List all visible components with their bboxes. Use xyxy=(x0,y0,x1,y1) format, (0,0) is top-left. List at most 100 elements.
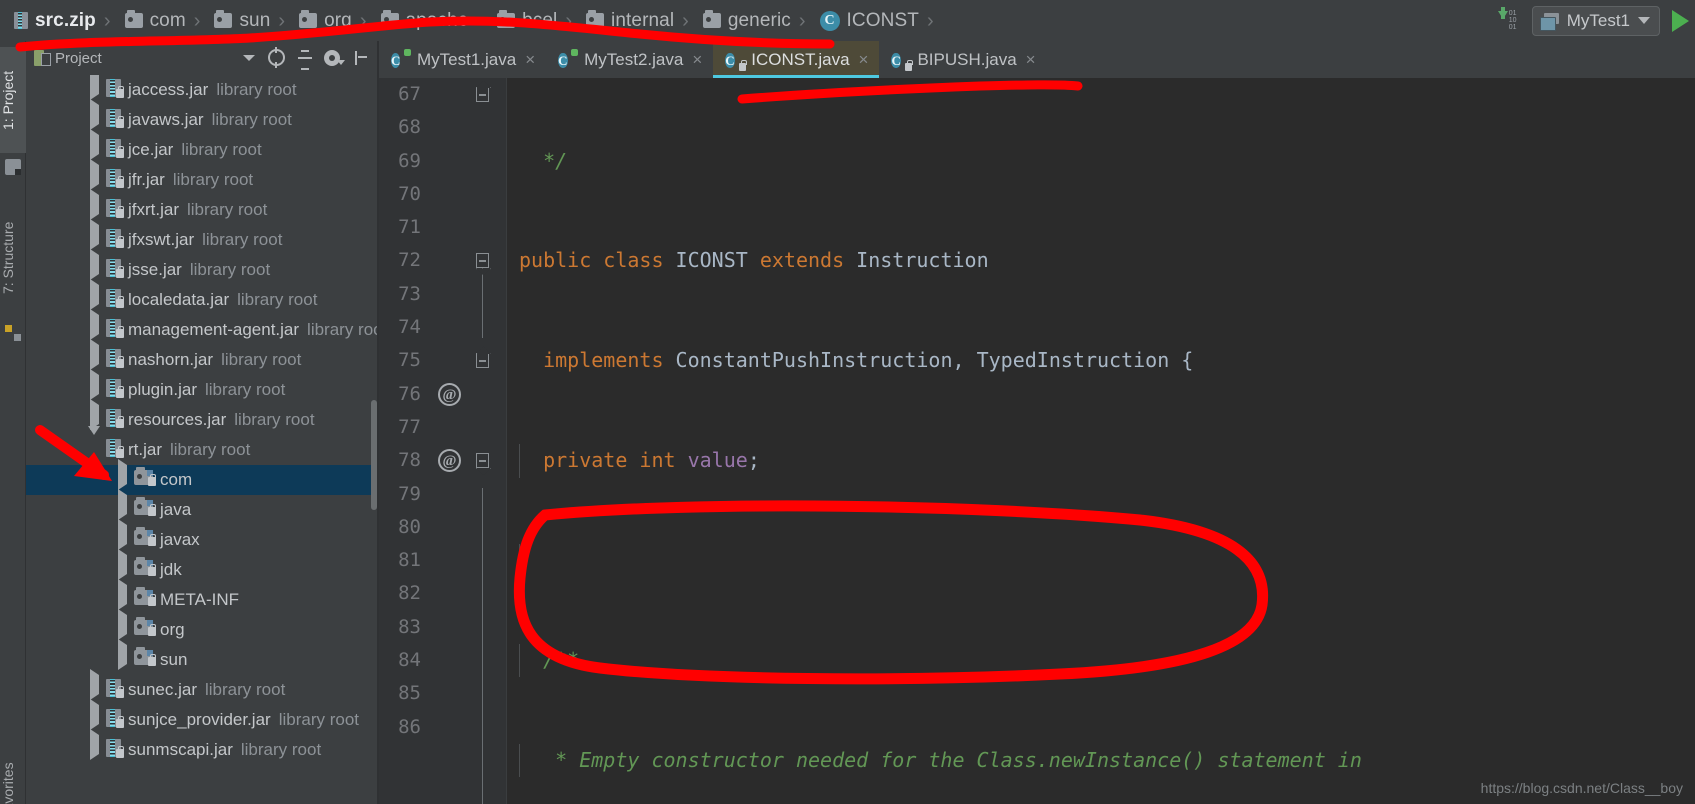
settings-button[interactable] xyxy=(322,47,345,69)
lock-badge-icon xyxy=(116,205,124,218)
chevron-right-icon[interactable] xyxy=(114,639,132,675)
close-icon[interactable]: × xyxy=(692,50,702,70)
tree-item-javax[interactable]: javax xyxy=(26,519,378,555)
project-tree[interactable]: jaccess.jar library root javaws.jar library… xyxy=(26,75,378,804)
binary-download-icon[interactable]: 01 10 01 xyxy=(1496,6,1522,33)
tree-item-sun[interactable]: sun xyxy=(26,639,378,675)
tree-item-sublabel: library root xyxy=(211,110,292,129)
tree-item-java[interactable]: java xyxy=(26,489,378,525)
breadcrumb-item-src-zip[interactable]: src.zip › xyxy=(8,0,119,41)
breadcrumb-item-internal[interactable]: internal › xyxy=(580,0,697,41)
run-configuration-selector[interactable]: MyTest1 xyxy=(1531,5,1660,36)
close-icon[interactable]: × xyxy=(1026,50,1036,70)
tree-item-nashorn-jar[interactable]: nashorn.jar library root xyxy=(26,339,378,375)
breadcrumb-item-apache[interactable]: apache › xyxy=(375,0,492,41)
close-icon[interactable]: × xyxy=(525,50,535,70)
tree-item-sunmscapi-jar[interactable]: sunmscapi.jar library root xyxy=(26,729,378,765)
tool-window-label: Favorites xyxy=(0,762,16,804)
tool-window-button-structure[interactable]: 7: Structure xyxy=(0,197,26,319)
project-icon xyxy=(34,50,51,66)
tree-item-sunjce-provider-jar[interactable]: sunjce_provider.jar library root xyxy=(26,699,378,735)
tree-item-jsse-jar[interactable]: jsse.jar library root xyxy=(26,249,378,285)
collapse-all-button[interactable] xyxy=(294,47,316,70)
folder-icon xyxy=(299,10,318,28)
tree-item-localedata-jar[interactable]: localedata.jar library root xyxy=(26,279,378,315)
breadcrumb-item-org[interactable]: org › xyxy=(293,0,374,41)
tree-item-sublabel: library root xyxy=(170,440,251,459)
fold-toggle-icon[interactable] xyxy=(476,353,489,369)
line-number: 70 xyxy=(398,182,421,205)
tree-item-jfr-jar[interactable]: jfr.jar library root xyxy=(26,159,378,195)
fold-toggle-icon[interactable] xyxy=(476,253,489,269)
code-editor[interactable]: 67 68 69 70 71 72 73 74 75 76 @77 78 @79 80 81 82 83 84 85… xyxy=(379,78,1695,804)
hide-panel-button[interactable] xyxy=(350,47,372,69)
line-number: 71 xyxy=(398,216,421,239)
chevron-down-icon[interactable] xyxy=(86,426,104,465)
breadcrumb-item-bcel[interactable]: bcel › xyxy=(491,0,580,41)
breadcrumb-item-com[interactable]: com › xyxy=(119,0,209,41)
tree-item-jfxrt-jar[interactable]: jfxrt.jar library root xyxy=(26,189,378,225)
folder-icon xyxy=(586,10,605,28)
project-scrollbar[interactable] xyxy=(371,400,377,510)
structure-window-icon xyxy=(5,325,21,341)
breadcrumb-item-generic[interactable]: generic › xyxy=(697,0,814,41)
tree-item-management-agent-jar[interactable]: management-agent.jar library root xyxy=(26,309,378,345)
tree-item-javaws-jar[interactable]: javaws.jar library root xyxy=(26,99,378,135)
code-content[interactable]: */ public class ICONST extends Instructi… xyxy=(507,78,1695,804)
tree-item-jdk[interactable]: jdk xyxy=(26,549,378,585)
line-number: 73 xyxy=(398,282,421,305)
scroll-from-source-button[interactable] xyxy=(266,47,288,69)
zip-icon xyxy=(14,12,28,29)
view-mode-dropdown-button[interactable] xyxy=(238,47,260,69)
line-number: 74 xyxy=(398,316,421,339)
tree-item-jaccess-jar[interactable]: jaccess.jar library root xyxy=(26,75,378,105)
chevron-right-icon[interactable] xyxy=(86,729,104,765)
chevron-down-icon xyxy=(337,60,345,65)
breadcrumb-item-sun[interactable]: sun › xyxy=(208,0,293,41)
override-marker-icon[interactable]: @ xyxy=(438,449,461,473)
tool-window-button-favorites[interactable]: Favorites xyxy=(0,741,26,804)
tree-item-resources-jar[interactable]: resources.jar library root xyxy=(26,399,378,435)
lock-badge-icon xyxy=(116,115,124,128)
tree-item-plugin-jar[interactable]: plugin.jar library root xyxy=(26,369,378,405)
fold-toggle-icon[interactable] xyxy=(476,87,489,102)
editor-tab-mytest2[interactable]: C MyTest2.java × xyxy=(546,41,713,78)
tree-item-label: javaws.jar xyxy=(128,110,204,129)
tree-item-org[interactable]: org xyxy=(26,609,378,645)
editor-tab-bipush[interactable]: C BIPUSH.java × xyxy=(879,41,1046,78)
tool-window-button-project[interactable]: 1: Project xyxy=(0,47,26,153)
folder-icon xyxy=(380,10,399,28)
breadcrumb-item-iconst[interactable]: C ICONST › xyxy=(814,0,942,41)
gutter-row: 79 xyxy=(379,478,507,511)
run-play-icon[interactable] xyxy=(1672,9,1689,32)
breadcrumb-label: sun xyxy=(239,9,271,31)
tree-item-jce-jar[interactable]: jce.jar library root xyxy=(26,129,378,165)
tree-item-sublabel: library root xyxy=(205,380,286,399)
tree-item-sunec-jar[interactable]: sunec.jar library root xyxy=(26,669,378,705)
tree-item-com[interactable]: com xyxy=(26,459,378,495)
code-line-67: */ xyxy=(507,145,1695,178)
editor-tab-iconst[interactable]: C ICONST.java × xyxy=(713,41,880,78)
lock-badge-icon xyxy=(116,445,124,458)
tree-item-meta-inf[interactable]: META-INF xyxy=(26,579,378,615)
fold-toggle-icon[interactable] xyxy=(476,453,489,469)
java-class-icon: C xyxy=(558,49,579,69)
tree-item-jfxswt-jar[interactable]: jfxswt.jar library root xyxy=(26,219,378,255)
tree-item-sublabel: library root xyxy=(202,230,283,249)
target-icon xyxy=(268,47,285,68)
override-marker-icon[interactable]: @ xyxy=(438,382,461,406)
gutter-row: 72 xyxy=(379,244,507,277)
editor-tab-mytest1[interactable]: C MyTest1.java × xyxy=(379,41,546,78)
breadcrumb-separator: › xyxy=(798,9,806,32)
tree-item-rt-jar[interactable]: rt.jar library root xyxy=(26,426,378,465)
lock-badge-icon xyxy=(116,415,124,428)
tree-item-label: META-INF xyxy=(160,590,240,609)
tree-item-label: jfr.jar xyxy=(128,170,165,189)
tree-item-sublabel: library root xyxy=(234,410,315,429)
close-icon[interactable]: × xyxy=(859,50,869,70)
